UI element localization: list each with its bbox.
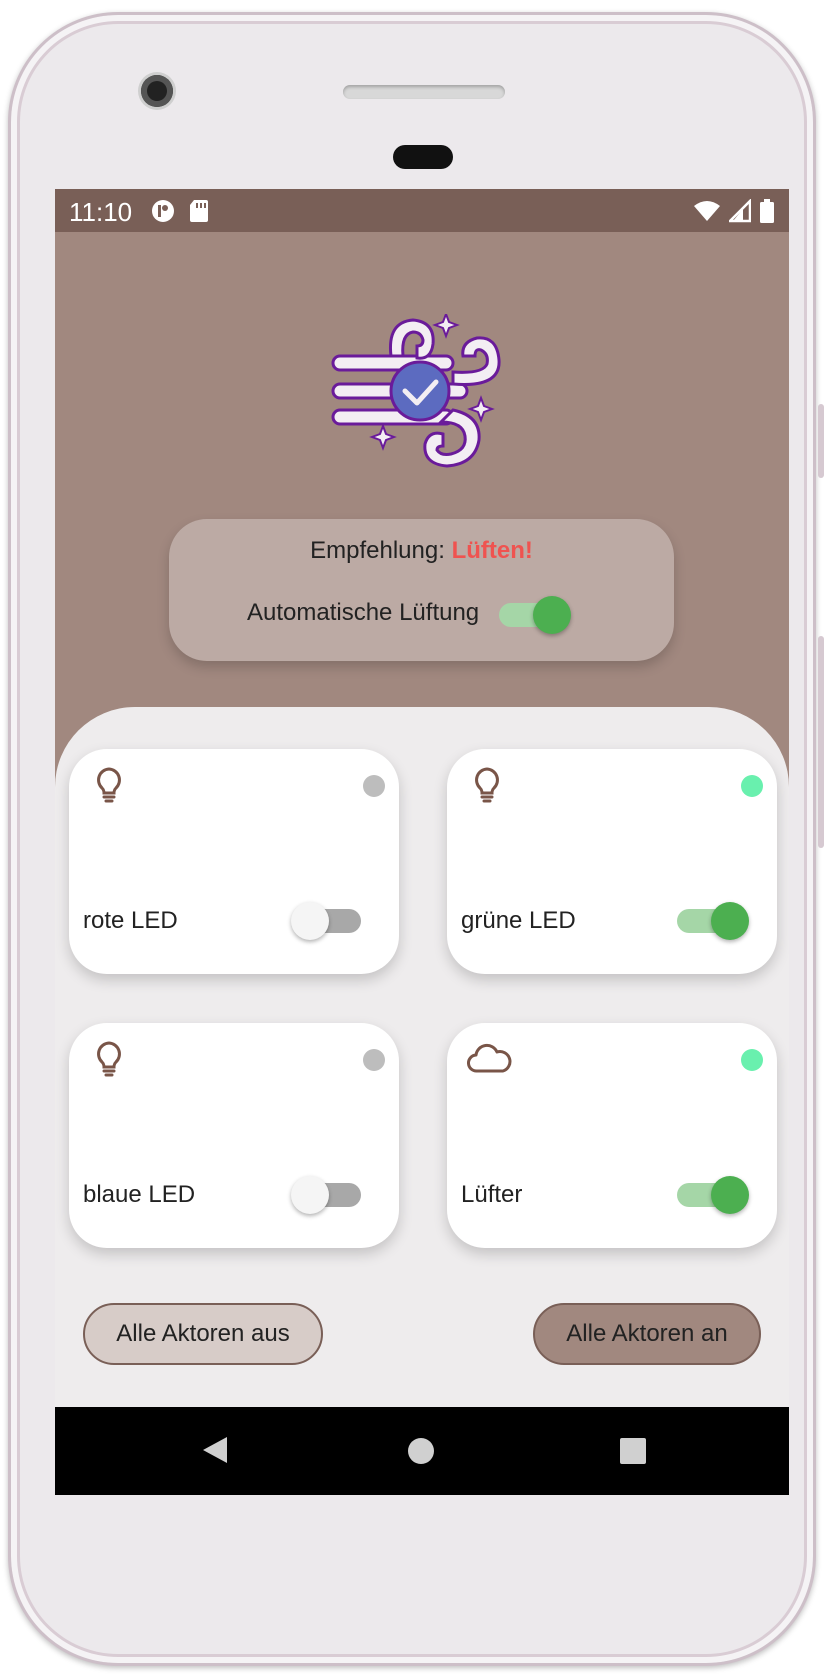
screen: 11:10 Empfehlung: Lüften! Automatische L… xyxy=(55,189,789,1495)
wind-check-icon xyxy=(331,314,501,468)
device-frame: 11:10 Empfehlung: Lüften! Automatische L… xyxy=(8,12,816,1666)
actuator-switch-gruene-led[interactable] xyxy=(677,902,749,940)
all-actuators-on-button[interactable]: Alle Aktoren an xyxy=(533,1303,761,1365)
switch-thumb xyxy=(711,902,749,940)
actuator-label: Lüfter xyxy=(461,1181,523,1208)
switch-thumb xyxy=(711,1176,749,1214)
recommendation-line: Empfehlung: Lüften! xyxy=(169,537,674,565)
switch-thumb xyxy=(291,902,329,940)
battery-icon xyxy=(760,199,774,223)
actuator-card-rote-led: rote LED xyxy=(69,749,399,974)
back-icon[interactable] xyxy=(201,1435,229,1465)
recents-icon[interactable] xyxy=(619,1437,647,1465)
recommendation-label: Empfehlung: xyxy=(310,537,445,564)
auto-ventilation-label: Automatische Lüftung xyxy=(247,599,480,626)
wifi-icon xyxy=(694,201,720,221)
auto-ventilation-switch[interactable] xyxy=(499,596,571,634)
actuator-panel: rote LED grüne LED blaue LED Lüfter Alle… xyxy=(55,707,789,1407)
front-camera xyxy=(141,75,173,107)
app-notification-icon xyxy=(152,200,174,222)
side-button xyxy=(818,404,824,478)
lightbulb-icon xyxy=(97,767,121,803)
lightbulb-icon xyxy=(475,767,499,803)
volume-button xyxy=(818,636,824,848)
actuator-card-gruene-led: grüne LED xyxy=(447,749,777,974)
status-dot xyxy=(363,775,385,797)
all-actuators-off-button[interactable]: Alle Aktoren aus xyxy=(83,1303,323,1365)
switch-thumb xyxy=(291,1176,329,1214)
lightbulb-icon xyxy=(97,1041,121,1077)
sd-card-icon xyxy=(190,200,208,222)
status-time: 11:10 xyxy=(69,197,133,227)
actuator-switch-luefter[interactable] xyxy=(677,1176,749,1214)
cloud-icon xyxy=(467,1043,512,1073)
signal-icon xyxy=(729,199,751,223)
proximity-sensor xyxy=(393,145,453,169)
status-dot xyxy=(741,1049,763,1071)
status-bar: 11:10 xyxy=(55,189,789,232)
actuator-card-blaue-led: blaue LED xyxy=(69,1023,399,1248)
status-dot xyxy=(741,775,763,797)
actuator-switch-rote-led[interactable] xyxy=(291,902,361,940)
home-icon[interactable] xyxy=(407,1437,435,1465)
actuator-switch-blaue-led[interactable] xyxy=(291,1176,361,1214)
system-nav-bar xyxy=(55,1407,789,1495)
recommendation-card: Empfehlung: Lüften! Automatische Lüftung xyxy=(169,519,674,661)
switch-thumb xyxy=(533,596,571,634)
earpiece-speaker xyxy=(343,85,505,99)
actuator-label: rote LED xyxy=(83,907,178,934)
recommendation-value: Lüften! xyxy=(451,537,533,564)
actuator-label: grüne LED xyxy=(461,907,576,934)
actuator-card-luefter: Lüfter xyxy=(447,1023,777,1248)
status-dot xyxy=(363,1049,385,1071)
actuator-label: blaue LED xyxy=(83,1181,196,1208)
